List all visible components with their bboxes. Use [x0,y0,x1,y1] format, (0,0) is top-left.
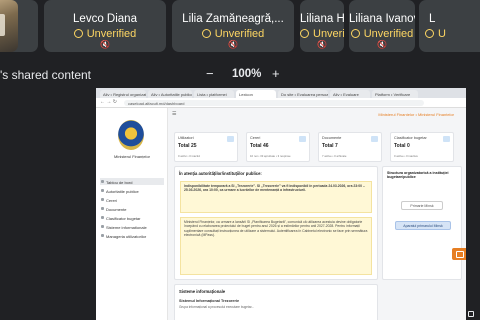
browser-tab[interactable]: Platform • Verificare [372,90,418,98]
menu-toggle-icon[interactable]: ☰ [172,111,176,117]
browser-address-bar: ← → ↻ caseload.alfacult.md/dashboard [96,98,466,108]
structure-card: Structura organizatorică a instituției b… [382,166,462,280]
mic-off-icon: 🔇 [100,40,110,49]
shared-screen: Aliv • Registrul organizational... Aliv … [96,88,466,320]
stat-title: Utilizatori [178,136,194,140]
browser-tab[interactable]: Aliv • Autoritatile publice [148,90,192,98]
users-icon [227,136,234,142]
warning-icon [300,29,309,38]
system-item-description: Grupa informațional a procesului executa… [179,305,255,309]
sidebar-item-budget-classifier[interactable]: Clasificator bugetar [100,214,164,221]
stat-title: Cereri [250,136,261,140]
browser-tab[interactable]: Do site • Evaluarea persoanelor [278,90,328,98]
browser-tab[interactable]: Aliv • Evaluare [330,90,370,98]
sidebar-item-users[interactable]: Manageria utilizatorilor [100,232,164,239]
back-forward-icon[interactable]: ← → ↻ [100,99,117,105]
url-field[interactable]: caseload.alfacult.md/dashboard [124,100,424,106]
participant-name: Liliana Homițchi [300,13,344,25]
verification-status: Unverified [44,28,166,40]
stat-breakdown: 10 noi • 33 aprobate • 3 respinse [250,154,291,158]
sidebar-item-authorities[interactable]: Autoritatile publice [100,187,164,194]
verification-status: U [419,28,480,40]
stat-title: Documente [322,136,342,140]
structure-title: Structura organizatorică a instituției b… [387,171,449,179]
verification-status: Unverified [172,28,294,40]
attention-title: În atenția autorităților/instituțiilor p… [179,171,262,176]
systems-title: Sisteme informaționale [179,289,226,294]
main-content: ☰ Ministerul Finantelor • Ministerul Fin… [168,108,466,320]
stat-card-budget-classifier: Clasificator bugetar Total 0 0 active • … [390,132,454,162]
sidebar-item-requests[interactable]: Cereri [100,196,164,203]
stat-card-users: Utilizatori Total 25 0 activi • 0 inacti… [174,132,238,162]
stat-breakdown: 7 active • 0 arhivate [322,154,347,158]
sidebar-item-dashboard[interactable]: Tablou de bord [100,178,164,185]
zoom-out-button[interactable]: − [206,66,214,81]
mic-off-icon: 🔇 [228,40,238,49]
browser-tab[interactable]: Aliv • Registrul organizational... [100,90,146,98]
browser-tab[interactable]: Lista • platformei [194,90,234,98]
participant-strip: Levco Diana Unverified 🔇 Lilia Zamăneagr… [0,0,480,56]
mic-off-icon: 🔇 [377,40,387,49]
participant-video-tile[interactable] [0,0,38,52]
current-user[interactable]: Ministerul Finantelor • Ministerul Finan… [378,112,454,117]
participant-camera-feed [0,0,18,52]
participant-name: Liliana Ivanov [349,13,415,25]
planning-notice: Ministerul Finanțelor, ca urmare a lansă… [180,217,372,275]
classifier-icon [443,136,450,142]
attention-card: În atenția autorităților/instituțiilor p… [174,166,378,280]
verification-status: Unverified [300,28,344,40]
sidebar-item-information-systems[interactable]: Sisteme informationale [100,223,164,230]
systems-card: Sisteme informaționale Sistemul Informaț… [174,284,378,320]
stat-value: Total 0 [394,143,410,149]
warning-icon [425,29,434,38]
zoom-in-button[interactable]: + [272,66,280,81]
stat-card-documents: Documente Total 7 7 active • 0 arhivate [318,132,382,162]
share-toolbar: 's shared content − 100% + [0,64,480,84]
participant-tile[interactable]: Liliana Homițchi Unverified 🔇 [300,0,344,52]
participant-tile[interactable]: L U [419,0,480,52]
stat-title: Clasificator bugetar [394,136,427,140]
structure-node-button[interactable]: Primarie Minsk [401,201,443,210]
warning-icon [350,29,360,38]
stat-value: Total 7 [322,143,338,149]
warning-icon [201,29,211,38]
participant-name: Lilia Zamăneagră,... [182,13,284,25]
stat-value: Total 25 [178,143,197,149]
participant-name: L [429,13,436,25]
feedback-widget-icon[interactable] [452,248,466,260]
participant-tile[interactable]: Liliana Ivanov Unverified 🔇 [349,0,415,52]
verification-status: Unverified [349,28,415,40]
stat-breakdown: 0 active • 0 inactive [394,154,418,158]
browser-tab-active[interactable]: Lexicon [236,90,276,98]
system-item-name[interactable]: Sistemul Informațional Trezorerie [179,299,239,303]
participant-name: Levco Diana [73,13,137,25]
warning-icon [73,29,83,38]
fullscreen-icon[interactable] [468,311,474,317]
stat-breakdown: 0 activi • 0 inactivi [178,154,201,158]
shared-content-label: 's shared content [0,68,92,82]
stat-value: Total 46 [250,143,269,149]
documents-icon [371,136,378,142]
participant-tile[interactable]: Levco Diana Unverified 🔇 [44,0,166,52]
browser-tab-strip: Aliv • Registrul organizational... Aliv … [96,88,466,98]
organization-name: Ministerul Finanțelor [113,154,150,159]
zoom-level: 100% [232,68,262,80]
mic-off-icon: 🔇 [317,40,327,49]
participant-tile[interactable]: Lilia Zamăneagră,... Unverified 🔇 [172,0,294,52]
sidebar-item-documents[interactable]: Documente [100,205,164,212]
requests-icon [299,136,306,142]
stat-card-requests: Cereri Total 46 10 noi • 33 aprobate • 3… [246,132,310,162]
structure-node-button[interactable]: Aparatul primarului Minsk [395,221,451,230]
coat-of-arms-logo [118,120,144,150]
app-sidebar: Ministerul Finanțelor Tablou de bord Aut… [96,108,168,320]
maintenance-notice: Indisponibilitate temporară a SI „Trezor… [180,181,372,213]
